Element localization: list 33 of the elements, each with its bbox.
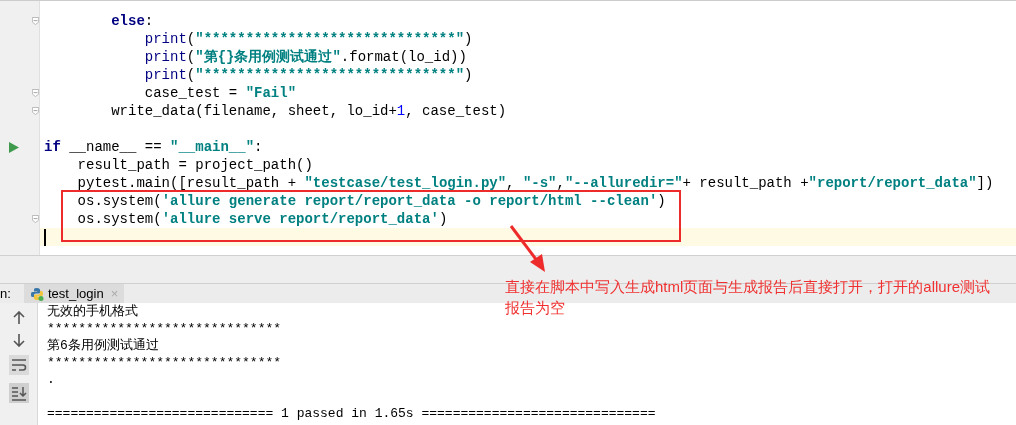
scroll-end-icon[interactable] <box>8 383 29 403</box>
code-line: os.system('allure serve report/report_data') <box>76 210 448 228</box>
up-arrow-icon[interactable] <box>12 311 25 325</box>
code-line: print("******************************") <box>143 30 473 48</box>
code-line: write_data(filename, sheet, lo_id+1, case_test) <box>110 102 507 120</box>
code-line: result_path = project_path() <box>76 156 313 174</box>
fold-icon[interactable] <box>32 88 39 98</box>
test-summary: ============================= 1 passed in 1.65s ============================== <box>47 405 656 422</box>
code-line: else: <box>110 12 154 30</box>
wrap-icon[interactable] <box>8 355 29 375</box>
annotation-arrow <box>508 224 548 274</box>
code-line: case_test = "Fail" <box>143 84 297 102</box>
run-tab[interactable]: test_login × <box>24 284 125 303</box>
code-line: os.system('allure generate report/report_data -o report/html --clean') <box>76 192 666 210</box>
run-icon[interactable] <box>9 141 19 153</box>
console-line: ****************************** <box>47 354 282 371</box>
console-line: . <box>47 371 55 388</box>
code-line: print("第{}条用例测试通过".format(lo_id)) <box>143 48 467 66</box>
console-line: ****************************** <box>47 320 282 337</box>
code-line: pytest.main([result_path + "testcase/test_login.py", "-s","--alluredir="+ result_path +"report/report_data"]) <box>76 174 994 192</box>
fold-icon[interactable] <box>32 16 39 26</box>
text-cursor <box>44 228 46 246</box>
panel-label: n: <box>0 284 12 303</box>
console-line: 无效的手机格式 <box>47 303 138 320</box>
annotation-text: 直接在脚本中写入生成html页面与生成报告后直接打开，打开的allure测试报告为空 <box>505 277 992 318</box>
fold-icon[interactable] <box>32 106 39 116</box>
python-icon <box>30 286 44 301</box>
fold-icon[interactable] <box>32 214 39 224</box>
console-line: 第6条用例测试通过 <box>47 337 159 354</box>
down-arrow-icon[interactable] <box>12 333 25 347</box>
code-line: if __name__ == "__main__": <box>44 138 263 156</box>
tab-label: test_login <box>48 284 104 303</box>
code-line: print("******************************") <box>143 66 473 84</box>
